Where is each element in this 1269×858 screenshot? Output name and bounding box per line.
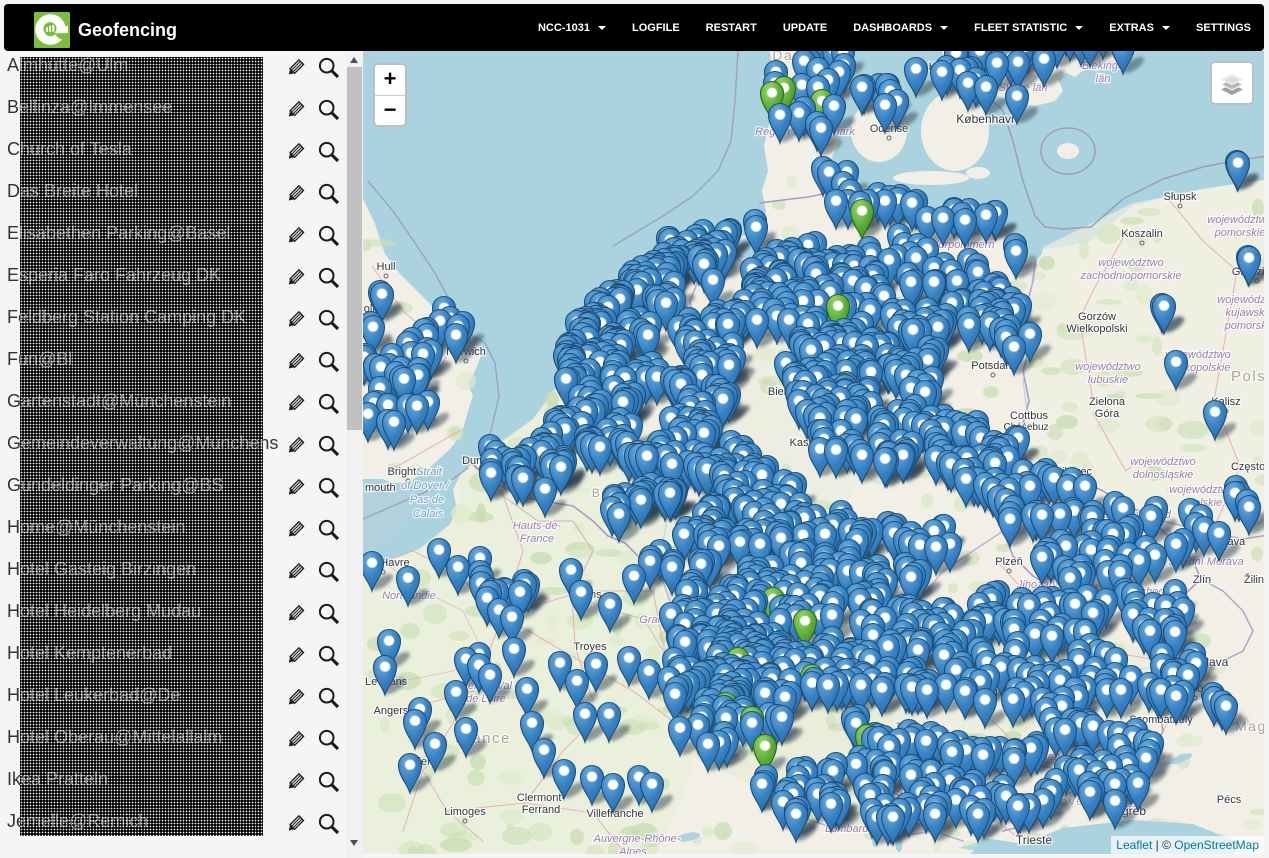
svg-text:Hull: Hull [377,261,396,273]
svg-text:lubuskie: lubuskie [1088,374,1128,386]
svg-text:pomorskie: pomorskie [1214,227,1264,239]
svg-text:zachodniopomorskie: zachodniopomorskie [1080,270,1182,282]
svg-text:Pécs: Pécs [1217,794,1242,806]
svg-text:København: København [956,112,1017,126]
svg-text:Angers: Angers [374,705,409,717]
svg-text:Polska: Polska [1231,368,1264,385]
svg-text:województwo: województwo [1075,361,1140,373]
svg-text:Wielkopolski: Wielkopolski [1066,323,1127,335]
svg-text:dolnośląskie: dolnośląskie [1133,469,1194,481]
svg-text:France: France [520,533,554,545]
svg-text:Trieste: Trieste [1016,833,1053,847]
svg-text:Strait: Strait [416,466,443,478]
svg-text:kujawsko-: kujawsko- [1226,307,1264,319]
svg-text:of Dover /: of Dover / [401,480,450,492]
svg-text:län: län [1096,73,1111,85]
svg-text:województwo: województwo [1217,294,1264,306]
svg-text:Alpes: Alpes [618,846,647,854]
svg-text:Koszalin: Koszalin [1121,228,1163,240]
svg-text:pomorskie: pomorskie [1224,320,1264,332]
svg-text:województwo: województwo [1130,456,1195,468]
svg-text:Gorzów: Gorzów [1078,311,1116,323]
svg-text:Zlín: Zlín [1193,574,1211,586]
svg-text:Clermont-: Clermont- [517,792,566,804]
svg-text:Cottbus: Cottbus [1010,410,1048,422]
svg-text:Troyes: Troyes [573,641,607,653]
svg-text:Góra: Góra [1095,408,1120,420]
svg-text:województwo: województwo [1207,214,1264,226]
svg-text:Žilina: Žilina [1244,573,1264,586]
svg-text:Limoges: Limoges [444,806,486,818]
svg-text:mouth: mouth [365,482,396,494]
svg-text:województwo: województwo [1098,257,1163,269]
svg-text:Ferrand: Ferrand [522,804,561,816]
svg-text:Słupsk: Słupsk [1163,191,1197,203]
svg-text:Plzeň: Plzeň [995,556,1023,568]
svg-text:Pas de: Pas de [410,494,444,506]
svg-text:Hauts-de-: Hauts-de- [513,520,562,532]
svg-text:Zielona: Zielona [1089,396,1126,408]
svg-text:Calais: Calais [413,508,444,520]
svg-text:Auvergne-Rhône-: Auvergne-Rhône- [593,833,681,845]
svg-text:Częstochowa: Częstochowa [1231,461,1264,473]
